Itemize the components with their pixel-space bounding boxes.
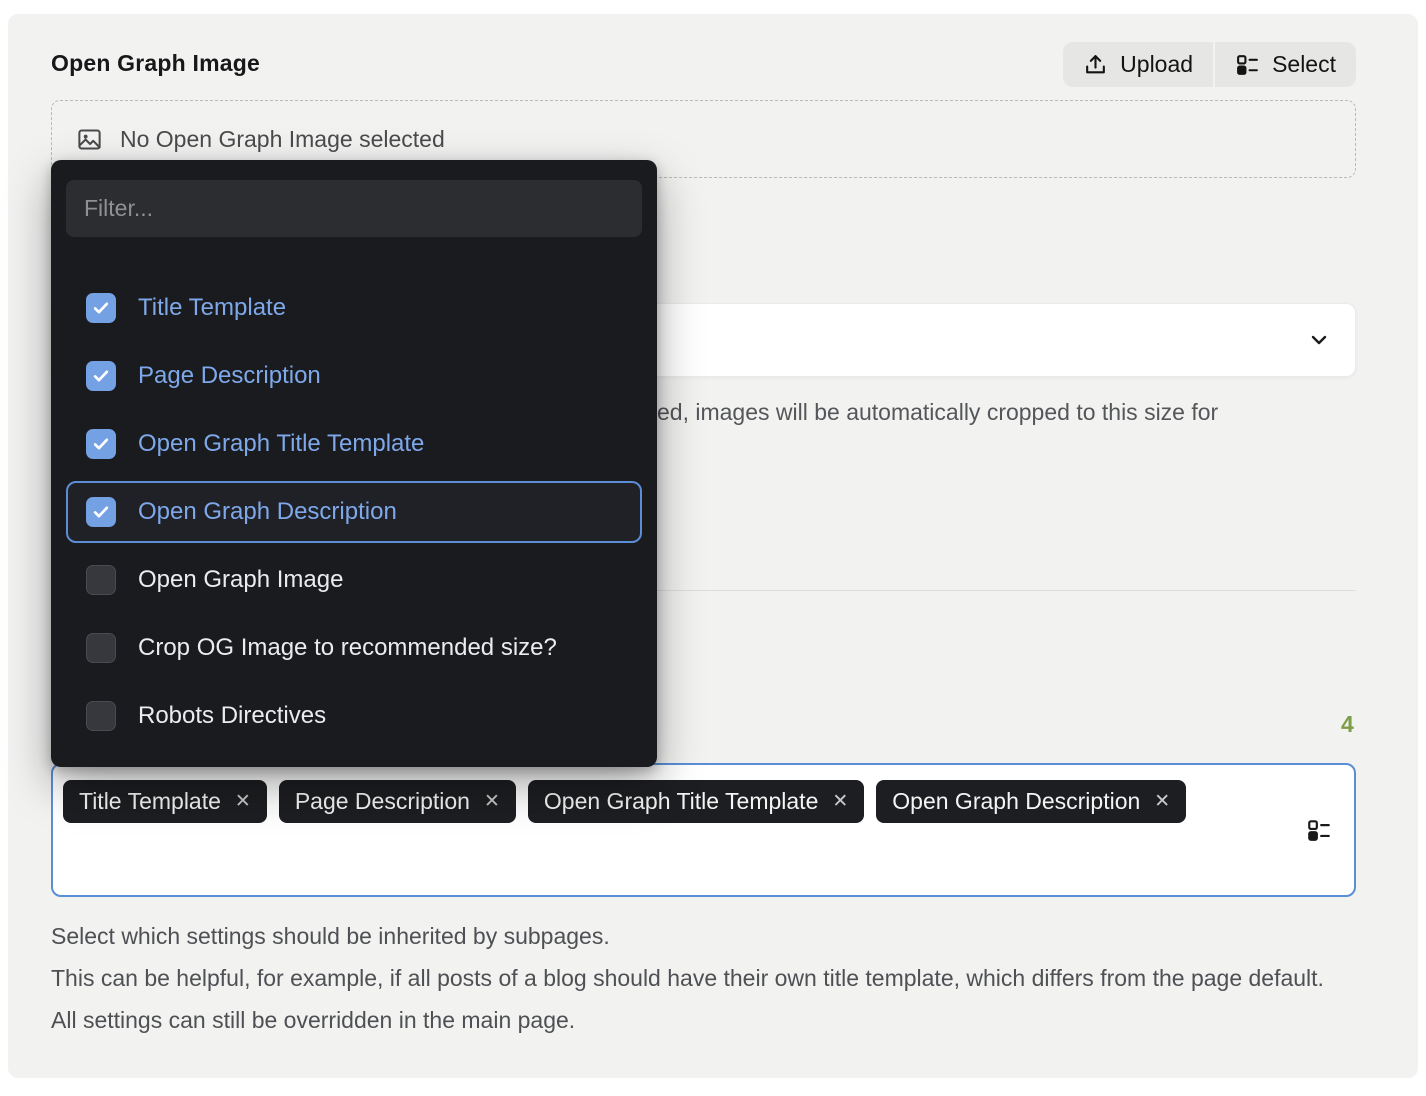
upload-button[interactable]: Upload — [1063, 42, 1213, 87]
tag-list: Title Template✕Page Description✕Open Gra… — [63, 780, 1274, 823]
dropdown-option-label: Open Graph Description — [138, 498, 397, 526]
options-dropdown: Title Template Page Description Open Graph… — [51, 160, 657, 767]
dropdown-option[interactable]: Open Graph Image — [66, 549, 642, 611]
upload-icon — [1083, 52, 1108, 77]
tag-label: Title Template — [79, 788, 221, 815]
dropdown-option[interactable]: Page Description — [66, 345, 642, 407]
select-button[interactable]: Select — [1213, 42, 1356, 87]
selected-count-badge: 4 — [1341, 711, 1354, 738]
dropdown-option-label: Open Graph Title Template — [138, 430, 424, 458]
list-check-icon — [1235, 52, 1260, 77]
checkbox-unchecked-icon — [86, 565, 116, 595]
image-icon — [76, 126, 103, 153]
tag: Page Description ✕ — [279, 780, 516, 823]
og-image-actions: Upload Select — [1063, 42, 1356, 87]
og-image-empty-text: No Open Graph Image selected — [120, 126, 445, 153]
tag-remove-icon[interactable]: ✕ — [235, 792, 251, 811]
page: Open Graph Image Upload Select — [0, 0, 1426, 1096]
help-text-line: This can be helpful, for example, if all… — [51, 957, 1346, 1041]
tag: Title Template ✕ — [63, 780, 267, 823]
dropdown-option-label: Robots Directives — [138, 702, 326, 730]
upload-button-label: Upload — [1120, 51, 1193, 78]
select-button-label: Select — [1272, 51, 1336, 78]
tag: Open Graph Description ✕ — [876, 780, 1186, 823]
dropdown-option[interactable]: Crop OG Image to recommended size? — [66, 617, 642, 679]
tag-label: Open Graph Description — [892, 788, 1140, 815]
dropdown-option-label: Open Graph Image — [138, 566, 343, 594]
checkbox-checked-icon — [86, 429, 116, 459]
crop-hint-text: ed, images will be automatically cropped… — [657, 399, 1218, 426]
tag-label: Page Description — [295, 788, 470, 815]
list-check-icon[interactable] — [1306, 817, 1332, 843]
dropdown-option-label: Page Description — [138, 362, 321, 390]
dropdown-option[interactable]: Open Graph Description — [66, 481, 642, 543]
help-text-line: Select which settings should be inherite… — [51, 915, 1346, 957]
dropdown-option-label: Title Template — [138, 294, 286, 322]
dropdown-option[interactable]: Open Graph Title Template — [66, 413, 642, 475]
chevron-down-icon — [1307, 328, 1331, 352]
dropdown-option[interactable]: Robots Directives — [66, 685, 642, 747]
dropdown-option[interactable]: Title Template — [66, 277, 642, 339]
help-text: Select which settings should be inherite… — [51, 915, 1346, 1041]
tag-remove-icon[interactable]: ✕ — [1154, 792, 1170, 811]
checkbox-unchecked-icon — [86, 633, 116, 663]
checkbox-checked-icon — [86, 361, 116, 391]
filter-input[interactable] — [66, 180, 642, 237]
checkbox-checked-icon — [86, 293, 116, 323]
og-image-field-label: Open Graph Image — [51, 50, 260, 77]
tag-remove-icon[interactable]: ✕ — [484, 792, 500, 811]
dropdown-options-list: Title Template Page Description Open Graph… — [66, 277, 642, 747]
checkbox-unchecked-icon — [86, 701, 116, 731]
tag-label: Open Graph Title Template — [544, 788, 818, 815]
dropdown-option-label: Crop OG Image to recommended size? — [138, 634, 557, 662]
tag: Open Graph Title Template ✕ — [528, 780, 864, 823]
tag-remove-icon[interactable]: ✕ — [832, 792, 848, 811]
inherit-settings-field[interactable]: Title Template✕Page Description✕Open Gra… — [51, 763, 1356, 897]
checkbox-checked-icon — [86, 497, 116, 527]
